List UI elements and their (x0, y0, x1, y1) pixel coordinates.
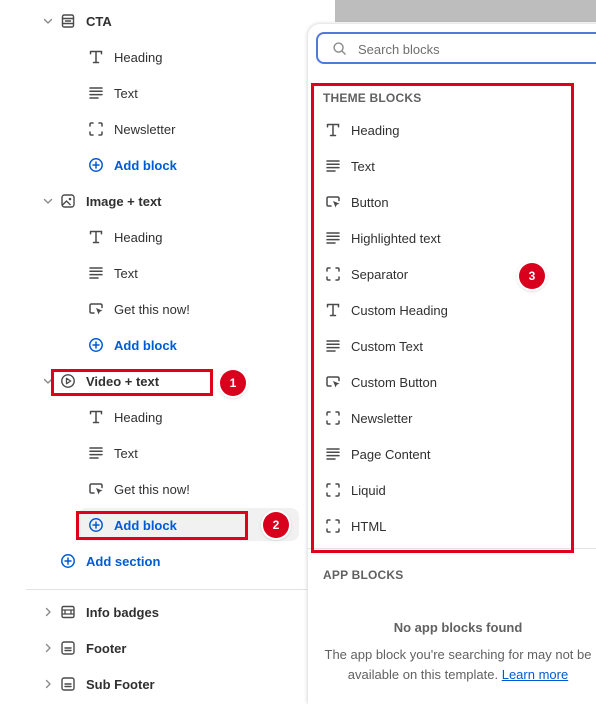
section-label: Info badges (86, 605, 159, 620)
block-label: Heading (114, 410, 163, 425)
tree-block-button[interactable]: Get this now! (26, 471, 307, 507)
section-tree: CTA Heading Text Newsletter Add block Im… (26, 0, 307, 692)
search-input[interactable] (356, 38, 590, 60)
block-label: Get this now! (114, 302, 190, 317)
block-label: Heading (114, 230, 163, 245)
section-icon (60, 13, 76, 29)
tree-block-heading[interactable]: Heading (26, 219, 307, 255)
app-blocks-header: APP BLOCKS (323, 568, 404, 582)
chevron-down-icon[interactable] (42, 15, 54, 27)
plus-circle-icon (88, 157, 104, 173)
empty-state-title: No app blocks found (393, 620, 523, 635)
annotation-badge-3: 3 (519, 263, 545, 289)
annotation-box-1 (51, 369, 213, 396)
section-label: Footer (86, 641, 127, 656)
annotation-box-3 (311, 83, 574, 553)
add-section-button[interactable]: Add section (26, 543, 307, 579)
learn-more-link[interactable]: Learn more (502, 667, 568, 682)
block-label: Newsletter (114, 122, 176, 137)
section-label: Image + text (86, 194, 162, 209)
tree-section-footer[interactable]: Footer (26, 630, 307, 666)
plus-circle-icon (60, 553, 76, 569)
heading-icon (88, 49, 104, 65)
tree-section-image-text[interactable]: Image + text (26, 183, 307, 219)
add-block-button[interactable]: Add block (26, 147, 307, 183)
plus-circle-icon (88, 337, 104, 353)
button-icon (88, 481, 104, 497)
tree-block-button[interactable]: Get this now! (26, 291, 307, 327)
annotation-badge-2: 2 (263, 512, 289, 538)
tree-section-info-badges[interactable]: Info badges (26, 594, 307, 630)
empty-state-text: The app block you're searching for may n… (318, 645, 596, 685)
image-icon (60, 193, 76, 209)
chevron-right-icon[interactable] (42, 642, 54, 654)
button-icon (88, 301, 104, 317)
footer-icon (60, 640, 76, 656)
text-icon (88, 265, 104, 281)
preview-area (335, 0, 596, 22)
block-label: Heading (114, 50, 163, 65)
add-block-label: Add block (114, 158, 177, 173)
block-label: Get this now! (114, 482, 190, 497)
tree-block-newsletter[interactable]: Newsletter (26, 111, 307, 147)
chevron-right-icon[interactable] (42, 678, 54, 690)
tree-block-heading[interactable]: Heading (26, 399, 307, 435)
dashed-square-icon (88, 121, 104, 137)
search-field[interactable] (316, 32, 596, 64)
heading-icon (88, 409, 104, 425)
tree-block-text[interactable]: Text (26, 435, 307, 471)
search-icon (332, 41, 347, 56)
block-label: Text (114, 86, 138, 101)
block-label: Text (114, 446, 138, 461)
chevron-right-icon[interactable] (42, 606, 54, 618)
tree-block-text[interactable]: Text (26, 75, 307, 111)
add-section-label: Add section (86, 554, 161, 569)
add-block-label: Add block (114, 338, 177, 353)
annotation-badge-1: 1 (220, 370, 246, 396)
left-gutter (0, 0, 27, 683)
footer-icon (60, 676, 76, 692)
chevron-down-icon[interactable] (42, 195, 54, 207)
section-label: CTA (86, 14, 112, 29)
tree-section-sub-footer[interactable]: Sub Footer (26, 666, 307, 702)
tree-block-heading[interactable]: Heading (26, 39, 307, 75)
block-label: Text (114, 266, 138, 281)
text-icon (88, 445, 104, 461)
heading-icon (88, 229, 104, 245)
text-icon (88, 85, 104, 101)
section-label: Sub Footer (86, 677, 155, 692)
tree-divider (26, 589, 307, 590)
badge-section-icon (60, 604, 76, 620)
tree-block-text[interactable]: Text (26, 255, 307, 291)
tree-section-cta[interactable]: CTA (26, 3, 307, 39)
add-block-button[interactable]: Add block (26, 327, 307, 363)
annotation-box-2 (76, 511, 248, 540)
